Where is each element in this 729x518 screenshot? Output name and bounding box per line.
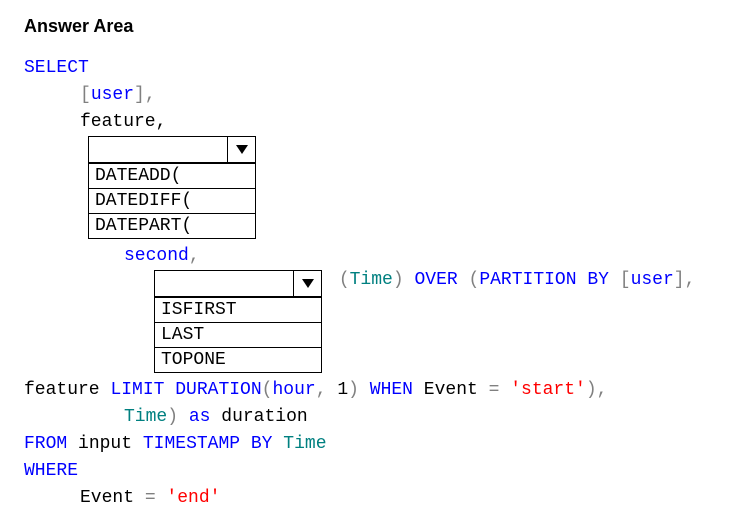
time-identifier: Time <box>124 407 167 427</box>
second-keyword: second <box>124 246 189 266</box>
dropdown-arrow-button[interactable] <box>227 137 255 162</box>
paren-open: ( <box>339 270 350 290</box>
dropdown-option[interactable]: DATEADD( <box>89 163 255 188</box>
comma: , <box>145 85 156 105</box>
code-line-limit-duration: feature LIMIT DURATION(hour, 1) WHEN Eve… <box>24 377 705 404</box>
code-line-from: FROM input TIMESTAMP BY Time <box>24 431 705 458</box>
where-keyword: WHERE <box>24 461 78 481</box>
paren-close: ) <box>393 270 404 290</box>
event-identifier: Event <box>80 488 134 508</box>
over-keyword: OVER <box>414 270 457 290</box>
time-identifier: Time <box>350 270 393 290</box>
start-string: 'start' <box>510 380 586 400</box>
page-title: Answer Area <box>24 16 705 37</box>
comma: , <box>189 246 200 266</box>
time-identifier: Time <box>283 434 326 454</box>
dropdown-option[interactable]: LAST <box>155 322 321 347</box>
bracket-open: [ <box>80 85 91 105</box>
user-identifier: user <box>91 85 134 105</box>
bracket-close: ] <box>134 85 145 105</box>
dropdown-1-container: DATEADD( DATEDIFF( DATEPART( <box>24 136 705 239</box>
paren-close: ) <box>348 380 359 400</box>
chevron-down-icon <box>302 279 314 288</box>
when-keyword: WHEN <box>370 380 413 400</box>
comma: , <box>316 380 327 400</box>
dropdown-option[interactable]: ISFIRST <box>155 297 321 322</box>
as-keyword: as <box>189 407 211 427</box>
dropdown-head[interactable] <box>89 137 255 163</box>
dropdown-head[interactable] <box>155 271 321 297</box>
window-function-dropdown[interactable]: ISFIRST LAST TOPONE <box>154 270 322 373</box>
event-identifier: Event <box>424 380 478 400</box>
select-keyword: SELECT <box>24 58 89 78</box>
input-identifier: input <box>78 434 132 454</box>
dropdown-option[interactable]: DATEDIFF( <box>89 188 255 213</box>
paren-open: ( <box>262 380 273 400</box>
code-line-user: [user], <box>24 82 705 109</box>
limit-duration-keyword: LIMIT DURATION <box>110 380 261 400</box>
hour-keyword: hour <box>272 380 315 400</box>
dropdown-selected-value <box>155 271 293 296</box>
dropdown-option[interactable]: DATEPART( <box>89 213 255 238</box>
code-line-where: WHERE <box>24 458 705 485</box>
feature-text: feature <box>24 380 100 400</box>
timestamp-by-keyword: TIMESTAMP BY <box>143 434 273 454</box>
comma: , <box>685 270 696 290</box>
feature-text: feature, <box>80 112 166 132</box>
code-line-event-end: Event = 'end' <box>24 485 705 512</box>
from-keyword: FROM <box>24 434 67 454</box>
user-identifier: user <box>631 270 674 290</box>
number-one: 1 <box>337 380 348 400</box>
dropdown-selected-value <box>89 137 227 162</box>
comma: , <box>597 380 608 400</box>
partition-by-keyword: PARTITION BY <box>479 270 609 290</box>
chevron-down-icon <box>236 145 248 154</box>
bracket-close: ] <box>674 270 685 290</box>
dropdown-option[interactable]: TOPONE <box>155 347 321 372</box>
date-function-dropdown[interactable]: DATEADD( DATEDIFF( DATEPART( <box>88 136 256 239</box>
code-line-select: SELECT <box>24 55 705 82</box>
paren-close: ) <box>167 407 178 427</box>
paren-close: ) <box>586 380 597 400</box>
code-line-as-duration: Time) as duration <box>24 404 705 431</box>
duration-identifier: duration <box>221 407 307 427</box>
bracket-open: [ <box>620 270 631 290</box>
code-line-feature: feature, <box>24 109 705 136</box>
dropdown-2-row: ISFIRST LAST TOPONE (Time) OVER (PARTITI… <box>24 270 705 373</box>
over-partition-text: (Time) OVER (PARTITION BY [user], <box>328 270 695 290</box>
equals-sign: = <box>134 488 166 508</box>
dropdown-arrow-button[interactable] <box>293 271 321 296</box>
paren-open: ( <box>469 270 480 290</box>
equals-sign: = <box>478 380 510 400</box>
end-string: 'end' <box>166 488 220 508</box>
code-line-second: second, <box>24 243 705 270</box>
